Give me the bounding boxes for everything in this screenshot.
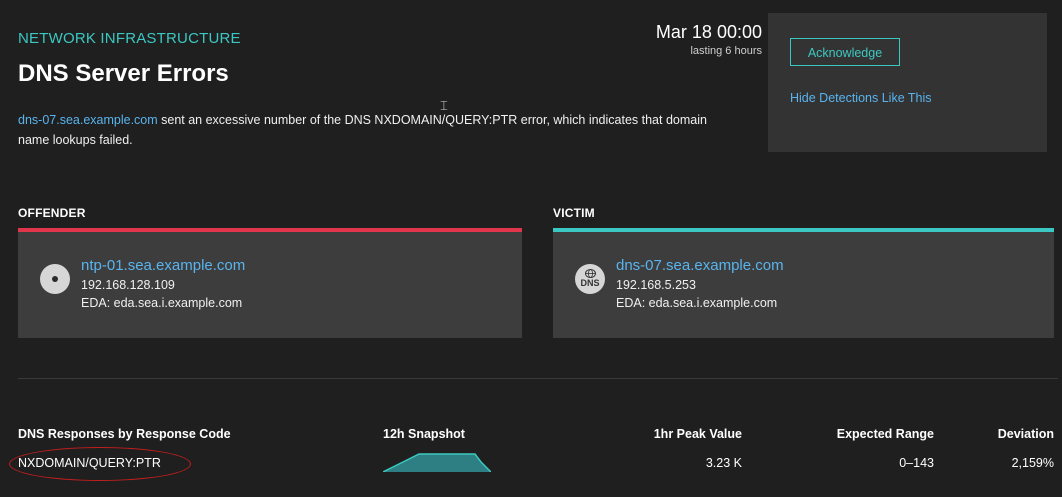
detection-category: NETWORK INFRASTRUCTURE — [18, 30, 241, 47]
globe-icon — [584, 269, 596, 278]
victim-card: DNS dns-07.sea.example.com 192.168.5.253… — [553, 228, 1054, 338]
victim-label: VICTIM — [553, 206, 595, 220]
dns-server-icon: DNS — [575, 264, 605, 294]
detection-duration: lasting 6 hours — [690, 45, 762, 57]
victim-ip: 192.168.5.253 — [616, 278, 696, 292]
victim-eda: EDA: eda.sea.i.example.com — [616, 296, 778, 310]
device-icon — [40, 264, 70, 294]
header-snapshot: 12h Snapshot — [383, 427, 465, 441]
header-metric: DNS Responses by Response Code — [18, 427, 231, 441]
victim-host-link[interactable]: dns-07.sea.example.com — [616, 257, 784, 274]
action-panel: Acknowledge Hide Detections Like This — [768, 13, 1047, 152]
detection-date: Mar 18 00:00 — [655, 22, 762, 42]
snapshot-sparkline — [383, 453, 491, 472]
header-expected-range: Expected Range — [836, 427, 934, 441]
text-cursor-icon: ⌶ — [440, 98, 448, 113]
detection-description: dns-07.sea.example.com sent an excessive… — [18, 110, 738, 150]
detection-title: DNS Server Errors — [18, 60, 229, 87]
offender-host-link[interactable]: ntp-01.sea.example.com — [81, 257, 245, 274]
dns-icon-text: DNS — [580, 278, 600, 288]
description-host-link[interactable]: dns-07.sea.example.com — [18, 113, 158, 127]
expected-range-value: 0–143 — [899, 456, 934, 470]
offender-label: OFFENDER — [18, 206, 86, 220]
acknowledge-button[interactable]: Acknowledge — [790, 38, 900, 66]
offender-ip: 192.168.128.109 — [81, 278, 175, 292]
header-deviation: Deviation — [997, 427, 1054, 441]
metric-name-link[interactable]: NXDOMAIN/QUERY:PTR — [18, 456, 161, 470]
section-divider — [18, 378, 1058, 379]
offender-eda: EDA: eda.sea.i.example.com — [81, 296, 243, 310]
hide-detections-link[interactable]: Hide Detections Like This — [790, 91, 932, 105]
header-peak: 1hr Peak Value — [653, 427, 742, 441]
offender-card: ntp-01.sea.example.com 192.168.128.109 E… — [18, 228, 522, 338]
peak-value: 3.23 K — [705, 456, 742, 470]
deviation-value: 2,159% — [1011, 456, 1054, 470]
